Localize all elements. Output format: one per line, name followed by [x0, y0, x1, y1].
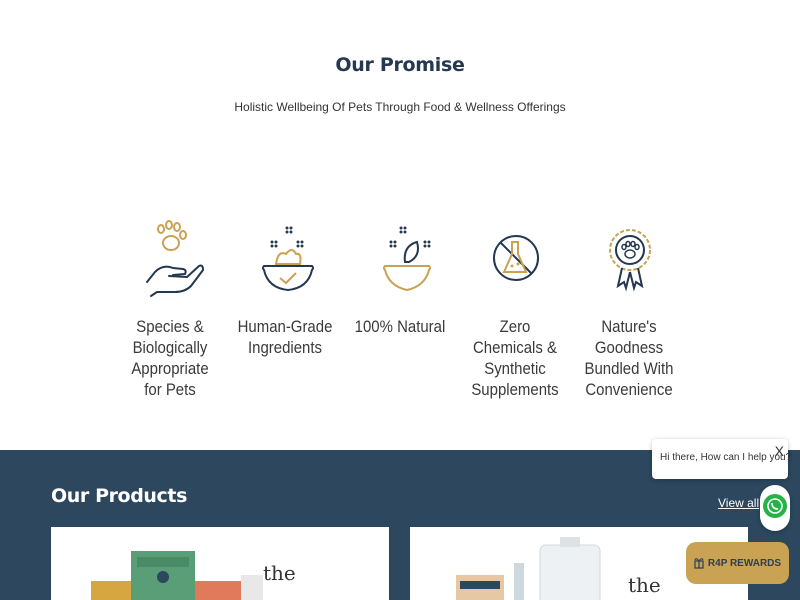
paw-badge-icon [609, 229, 651, 292]
feature-label: 100% Natural [354, 317, 446, 336]
promise-title: Our Promise [335, 54, 465, 76]
close-icon[interactable]: X [775, 443, 784, 459]
feature-label: Zero Chemicals & Synthetic Supplements [471, 317, 559, 399]
feature-label: Nature's Goodness Bundled With Convenien… [584, 317, 674, 399]
products-title: Our Products [51, 485, 187, 507]
chat-greeting-text: Hi there, How can I help you? [660, 452, 792, 463]
feature-natural: 100% Natural [345, 220, 455, 337]
whatsapp-button[interactable] [760, 485, 790, 531]
whatsapp-icon [763, 494, 787, 518]
feature-label: Human-Grade Ingredients [237, 317, 333, 357]
chat-greeting-bubble[interactable]: Hi there, How can I help you? X [652, 439, 792, 479]
feature-zero-chemicals: Zero Chemicals & Synthetic Supplements [460, 220, 570, 400]
rewards-label: R4P REWARDS [707, 557, 782, 569]
product-card[interactable]: the [51, 527, 389, 600]
view-all-link[interactable]: View all [718, 496, 759, 510]
leaf-bowl-icon [383, 226, 431, 292]
food-bowl-icon [262, 226, 314, 292]
no-chemicals-icon [493, 235, 539, 281]
feature-human-grade: Human-Grade Ingredients [230, 220, 340, 358]
paw-hand-icon [146, 220, 204, 297]
gift-icon [694, 558, 704, 569]
feature-species-appropriate: Species & Biologically Appropriate for P… [115, 220, 225, 400]
feature-label: Species & Biologically Appropriate for P… [131, 317, 209, 399]
promise-subtitle: Holistic Wellbeing Of Pets Through Food … [234, 100, 566, 114]
product-image [91, 551, 263, 600]
product-brand-text: the [263, 561, 296, 585]
feature-natures-goodness: Nature's Goodness Bundled With Convenien… [574, 220, 684, 400]
promise-section: Our Promise Holistic Wellbeing Of Pets T… [0, 0, 800, 450]
rewards-button[interactable]: R4P REWARDS [686, 542, 789, 584]
product-brand-text: the [628, 573, 661, 597]
